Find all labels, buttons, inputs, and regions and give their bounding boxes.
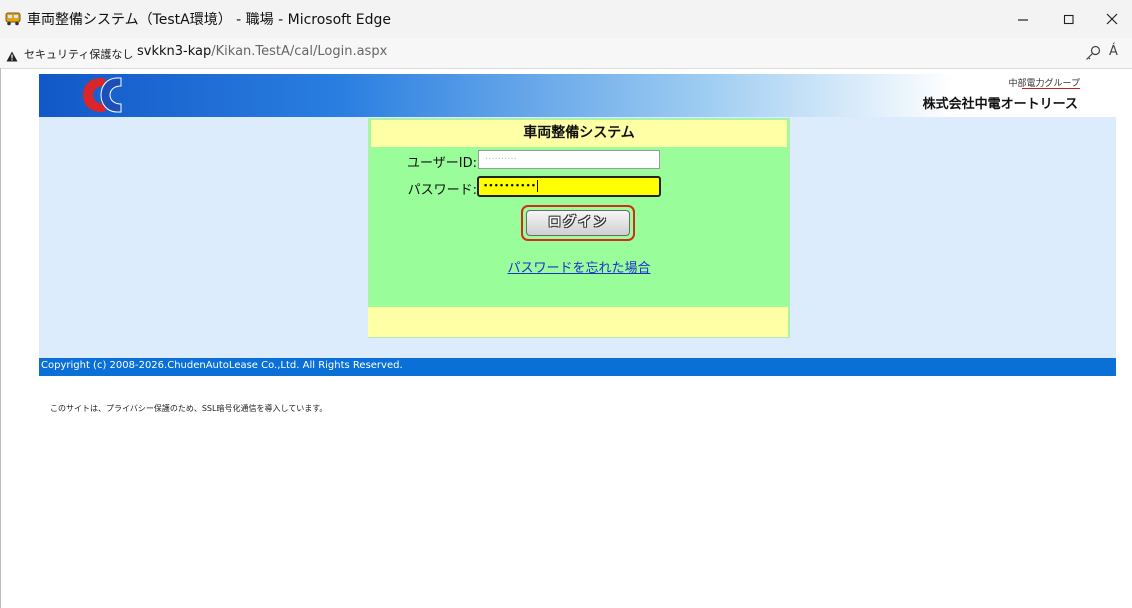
minimize-icon <box>1018 19 1028 21</box>
window-title: 車両整備システム（TestA環境） - 職場 - Microsoft Edge <box>27 12 392 28</box>
url-host: svkkn3-kap <box>137 44 212 59</box>
maximize-button[interactable] <box>1049 6 1089 32</box>
url-text[interactable]: svkkn3-kap/Kikan.TestA/cal/Login.aspx <box>137 44 387 59</box>
password-input[interactable]: •••••••••• <box>477 176 661 197</box>
maximize-icon <box>1063 14 1074 25</box>
ssl-notice: このサイトは、プライバシー保護のため、SSL暗号化通信を導入しています。 <box>50 404 328 413</box>
login-panel-footer <box>368 307 788 337</box>
address-bar[interactable]: セキュリティ保護なし svkkn3-kap/Kikan.TestA/cal/Lo… <box>0 38 1132 69</box>
text-caret <box>537 180 539 192</box>
security-status[interactable]: セキュリティ保護なし <box>24 46 133 62</box>
browser-title-bar: 車両整備システム（TestA環境） - 職場 - Microsoft Edge <box>0 0 1132 38</box>
copyright-bar: Copyright (c) 2008-2026.ChudenAutoLease … <box>39 358 1116 376</box>
close-button[interactable] <box>1092 6 1132 32</box>
userid-label: ユーザーID: <box>407 156 477 171</box>
password-key-icon[interactable] <box>1085 45 1101 65</box>
url-path: /Kikan.TestA/cal/Login.aspx <box>211 44 388 59</box>
close-icon <box>1106 13 1118 25</box>
password-masked-value: •••••••••• <box>483 181 537 192</box>
warning-icon[interactable] <box>6 47 18 66</box>
read-aloud-icon[interactable]: Á <box>1109 44 1118 59</box>
login-button[interactable]: ログイン <box>526 210 630 236</box>
app-icon <box>5 11 21 26</box>
userid-input[interactable]: ·········· <box>478 150 660 169</box>
forgot-password-link[interactable]: パスワードを忘れた場合 <box>369 257 789 276</box>
login-panel: 車両整備システム ユーザーID: ·········· パスワード: •••••… <box>368 118 790 338</box>
company-logo <box>81 76 123 118</box>
minimize-button[interactable] <box>1003 6 1043 32</box>
group-name-underline <box>1022 88 1080 89</box>
password-label: パスワード: <box>407 183 477 198</box>
login-title: 車両整備システム <box>371 120 787 147</box>
page-header: 中部電力グループ 株式会社中電オートリース <box>39 74 1116 117</box>
window-left-edge <box>0 68 1 608</box>
copyright-text: Copyright (c) 2008-2026.ChudenAutoLease … <box>41 360 403 371</box>
company-name: 株式会社中電オートリース <box>922 97 1078 112</box>
page-body: 車両整備システム ユーザーID: ·········· パスワード: •••••… <box>39 117 1116 358</box>
